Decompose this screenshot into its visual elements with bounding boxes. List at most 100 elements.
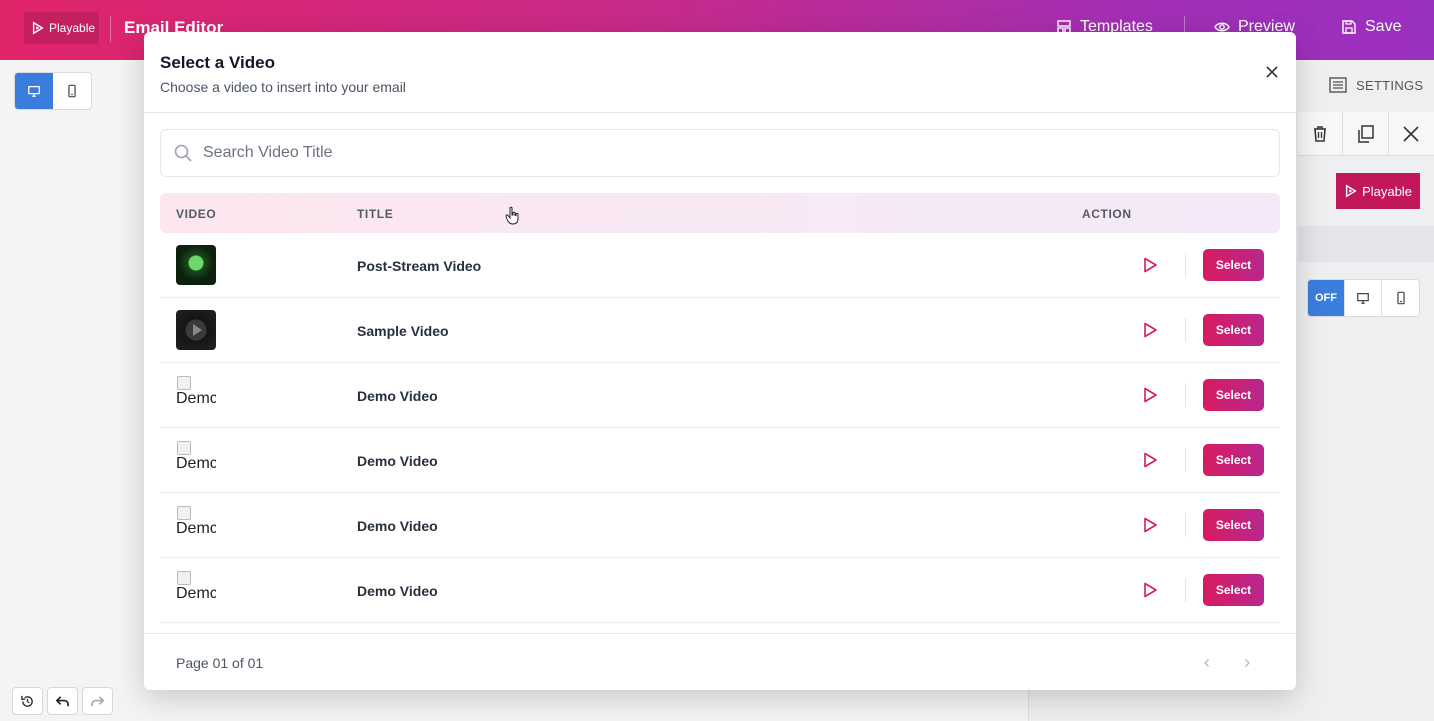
column-header-action: ACTION [1082,207,1132,221]
chevron-left-icon [1204,659,1209,667]
video-row: Post-Stream Video Select [160,233,1280,298]
video-thumbnail [176,310,216,350]
pagination-info: Page 01 of 01 [176,655,264,671]
block-actions [1298,112,1434,156]
panel-section-strip [1298,226,1434,262]
video-row: Demc Demo Video Select [160,428,1280,493]
broken-image-icon [177,571,191,585]
action-divider [1185,383,1186,407]
brand-logo[interactable]: Playable [24,12,99,44]
preview-play-button[interactable] [1140,580,1160,600]
modal-footer-divider [144,633,1296,634]
close-icon [1403,126,1419,142]
settings-tab[interactable]: SETTINGS [1328,75,1423,95]
broken-image-icon [177,506,191,520]
redo-button[interactable] [82,687,113,715]
play-icon [1144,322,1157,338]
settings-list-icon [1329,77,1347,93]
video-thumbnail [176,245,216,285]
mobile-view-button[interactable] [53,73,91,109]
responsive-desktop-button[interactable] [1345,280,1382,316]
preview-play-button[interactable] [1140,385,1160,405]
responsive-off-button[interactable]: OFF [1308,280,1345,316]
settings-label: SETTINGS [1356,77,1424,93]
modal-title: Select a Video [160,53,275,72]
select-video-modal: Select a Video Choose a video to insert … [144,32,1296,690]
modal-close-button[interactable] [1262,62,1282,82]
broken-image-icon [177,376,191,390]
redo-icon [91,695,105,706]
preview-play-button[interactable] [1140,450,1160,470]
select-video-button[interactable]: Select [1203,444,1264,476]
video-title: Sample Video [357,323,449,339]
save-label: Save [1365,18,1402,35]
desktop-icon [28,86,40,97]
action-divider [1185,513,1186,537]
history-button[interactable] [12,687,43,715]
broken-thumbnail: Demc [176,506,216,546]
close-icon [1266,66,1278,78]
desktop-view-button[interactable] [15,73,53,109]
action-divider [1185,448,1186,472]
thumbnail-alt-text: Demc [176,520,216,537]
desktop-icon [1357,293,1369,304]
close-block-button[interactable] [1389,112,1434,156]
device-toggle [14,72,92,110]
video-row: Sample Video Select [160,298,1280,363]
next-page-button[interactable] [1239,654,1255,672]
history-icon [21,695,33,707]
action-divider [1185,318,1186,342]
modal-divider [144,112,1296,113]
duplicate-block-button[interactable] [1343,112,1389,156]
save-icon [1342,20,1356,34]
broken-thumbnail: Demc [176,571,216,611]
play-icon [1144,582,1157,598]
responsive-toggle: OFF [1307,279,1420,317]
responsive-mobile-button[interactable] [1382,280,1419,316]
video-title: Demo Video [357,518,438,534]
thumbnail-alt-text: Demc [176,390,216,407]
undo-button[interactable] [47,687,78,715]
search-icon [174,144,192,162]
video-row: Demc Demo Video Select [160,558,1280,623]
preview-play-button[interactable] [1140,320,1160,340]
video-title: Demo Video [357,453,438,469]
thumbnail-alt-text: Demc [176,455,216,472]
select-video-button[interactable]: Select [1203,509,1264,541]
brand-logo-text: Playable [49,21,96,35]
hand-cursor-icon [505,206,519,225]
save-button[interactable]: Save [1341,18,1401,36]
video-title: Post-Stream Video [357,258,482,274]
mobile-icon [1396,291,1405,305]
pagination-controls [1199,654,1255,672]
video-row: Demc Demo Video Select [160,363,1280,428]
select-video-button[interactable]: Select [1203,574,1264,606]
play-logo-icon [1345,184,1357,198]
modal-subtitle: Choose a video to insert into your email [160,79,406,95]
video-title: Demo Video [357,583,438,599]
select-video-button[interactable]: Select [1203,379,1264,411]
thumbnail-alt-text: Demc [176,585,216,602]
history-controls [12,687,113,715]
preview-play-button[interactable] [1140,515,1160,535]
delete-block-button[interactable] [1298,112,1344,156]
play-icon [1144,387,1157,403]
action-divider [1185,578,1186,602]
play-icon [1144,257,1157,273]
undo-icon [55,695,69,706]
action-divider [1185,253,1186,277]
select-video-button[interactable]: Select [1203,314,1264,346]
search-input[interactable] [203,144,1203,162]
preview-play-button[interactable] [1140,255,1160,275]
play-icon [1144,452,1157,468]
broken-thumbnail: Demc [176,441,216,481]
copy-icon [1357,125,1374,143]
previous-page-button[interactable] [1199,654,1215,672]
play-logo-icon [32,21,44,35]
trash-icon [1314,126,1327,142]
broken-thumbnail: Demc [176,376,216,416]
table-header: VIDEO TITLE ACTION [160,193,1280,233]
play-icon [1144,517,1157,533]
column-header-title: TITLE [357,207,394,221]
select-video-button[interactable]: Select [1203,249,1264,281]
